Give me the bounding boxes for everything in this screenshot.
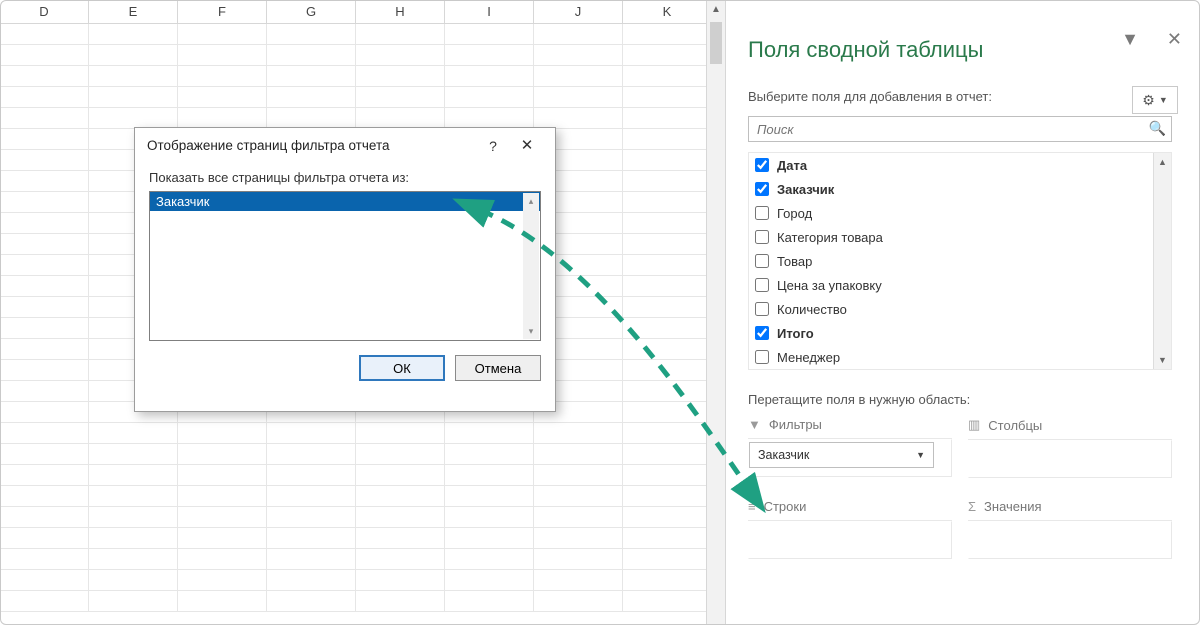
field-list-scrollbar[interactable]: ▲ ▼ xyxy=(1153,153,1171,369)
field-checkbox[interactable] xyxy=(755,230,769,244)
dialog-title: Отображение страниц фильтра отчета xyxy=(147,128,390,164)
rows-area[interactable]: ≡ Строки xyxy=(748,499,952,569)
scroll-down-icon[interactable]: ▼ xyxy=(1154,351,1171,369)
field-item[interactable]: Итого xyxy=(749,321,1153,345)
field-checkbox[interactable] xyxy=(755,182,769,196)
field-label: Заказчик xyxy=(777,182,834,197)
field-label: Итого xyxy=(777,326,814,341)
col-header[interactable]: E xyxy=(89,0,178,23)
columns-area-label: Столбцы xyxy=(988,418,1042,433)
scroll-thumb[interactable] xyxy=(710,22,722,64)
ok-button[interactable]: ОК xyxy=(359,355,445,381)
field-item[interactable]: Категория товара xyxy=(749,225,1153,249)
values-area[interactable]: Σ Значения xyxy=(968,499,1172,569)
gear-icon: ⚙ xyxy=(1142,92,1155,109)
scroll-down-icon[interactable]: ▾ xyxy=(523,323,539,339)
filters-area[interactable]: ▼ Фильтры Заказчик ▼ xyxy=(748,417,952,487)
scroll-up-icon[interactable]: ▲ xyxy=(707,0,725,20)
pane-collapse-icon[interactable]: ▼ xyxy=(1121,30,1139,48)
filter-chip-label: Заказчик xyxy=(758,448,809,462)
field-item[interactable]: Менеджер xyxy=(749,345,1153,369)
pane-settings-button[interactable]: ⚙ ▼ xyxy=(1132,86,1178,114)
dialog-help-button[interactable]: ? xyxy=(479,128,507,164)
field-label: Товар xyxy=(777,254,812,269)
columns-icon: ▥ xyxy=(968,417,980,433)
field-list-box: Дата Заказчик Город Категория товара Товар Це… xyxy=(748,152,1172,370)
chevron-down-icon: ▼ xyxy=(1159,95,1168,105)
col-header[interactable]: H xyxy=(356,0,445,23)
field-search-input[interactable] xyxy=(748,116,1172,142)
dialog-label: Показать все страницы фильтра отчета из: xyxy=(135,164,555,191)
scroll-up-icon[interactable]: ▲ xyxy=(1154,153,1171,171)
dialog-titlebar[interactable]: Отображение страниц фильтра отчета ? ✕ xyxy=(135,128,555,164)
values-area-label: Значения xyxy=(984,499,1041,514)
scroll-up-icon[interactable]: ▴ xyxy=(523,193,539,209)
rows-area-label: Строки xyxy=(764,499,807,514)
pane-subtitle: Выберите поля для добавления в отчет: xyxy=(732,73,1188,116)
field-item[interactable]: Товар xyxy=(749,249,1153,273)
values-icon: Σ xyxy=(968,499,976,514)
field-item[interactable]: Количество xyxy=(749,297,1153,321)
field-item[interactable]: Дата xyxy=(749,153,1153,177)
dialog-list-item-selected[interactable]: Заказчик xyxy=(150,192,540,211)
rows-icon: ≡ xyxy=(748,499,756,514)
col-header[interactable]: D xyxy=(0,0,89,23)
chevron-down-icon: ▼ xyxy=(916,450,925,460)
field-checkbox[interactable] xyxy=(755,254,769,268)
drag-areas-label: Перетащите поля в нужную область: xyxy=(732,370,1188,417)
pivot-drop-areas: ▼ Фильтры Заказчик ▼ ▥ Столбцы ≡ Строки xyxy=(732,417,1188,569)
field-label: Количество xyxy=(777,302,847,317)
field-list[interactable]: Дата Заказчик Город Категория товара Товар Це… xyxy=(749,153,1153,369)
cancel-button[interactable]: Отмена xyxy=(455,355,541,381)
field-checkbox[interactable] xyxy=(755,302,769,316)
column-header-row: D E F G H I J K xyxy=(0,0,718,24)
dialog-close-button[interactable]: ✕ xyxy=(507,128,547,164)
field-checkbox[interactable] xyxy=(755,350,769,364)
pane-close-icon[interactable]: ✕ xyxy=(1167,30,1182,48)
field-item[interactable]: Город xyxy=(749,201,1153,225)
field-label: Цена за упаковку xyxy=(777,278,882,293)
col-header[interactable]: J xyxy=(534,0,623,23)
filter-icon: ▼ xyxy=(748,417,761,432)
field-checkbox[interactable] xyxy=(755,158,769,172)
filters-area-label: Фильтры xyxy=(769,417,822,432)
pane-title: Поля сводной таблицы xyxy=(732,12,1188,73)
col-header[interactable]: K xyxy=(623,0,712,23)
columns-area[interactable]: ▥ Столбцы xyxy=(968,417,1172,487)
sheet-vertical-scrollbar[interactable]: ▲ xyxy=(706,0,726,625)
dialog-listbox[interactable]: Заказчик ▴ ▾ xyxy=(149,191,541,341)
col-header[interactable]: F xyxy=(178,0,267,23)
pivot-field-list-pane: Поля сводной таблицы ▼ ✕ Выберите поля д… xyxy=(732,12,1188,612)
show-report-filter-pages-dialog: Отображение страниц фильтра отчета ? ✕ П… xyxy=(134,127,556,412)
col-header[interactable]: G xyxy=(267,0,356,23)
field-label: Менеджер xyxy=(777,350,840,365)
field-checkbox[interactable] xyxy=(755,326,769,340)
field-checkbox[interactable] xyxy=(755,278,769,292)
dialog-list-scrollbar[interactable]: ▴ ▾ xyxy=(523,193,539,339)
field-item[interactable]: Цена за упаковку xyxy=(749,273,1153,297)
field-checkbox[interactable] xyxy=(755,206,769,220)
field-label: Город xyxy=(777,206,812,221)
col-header[interactable]: I xyxy=(445,0,534,23)
field-item[interactable]: Заказчик xyxy=(749,177,1153,201)
filter-chip-customer[interactable]: Заказчик ▼ xyxy=(749,442,934,468)
field-label: Категория товара xyxy=(777,230,883,245)
field-label: Дата xyxy=(777,158,807,173)
